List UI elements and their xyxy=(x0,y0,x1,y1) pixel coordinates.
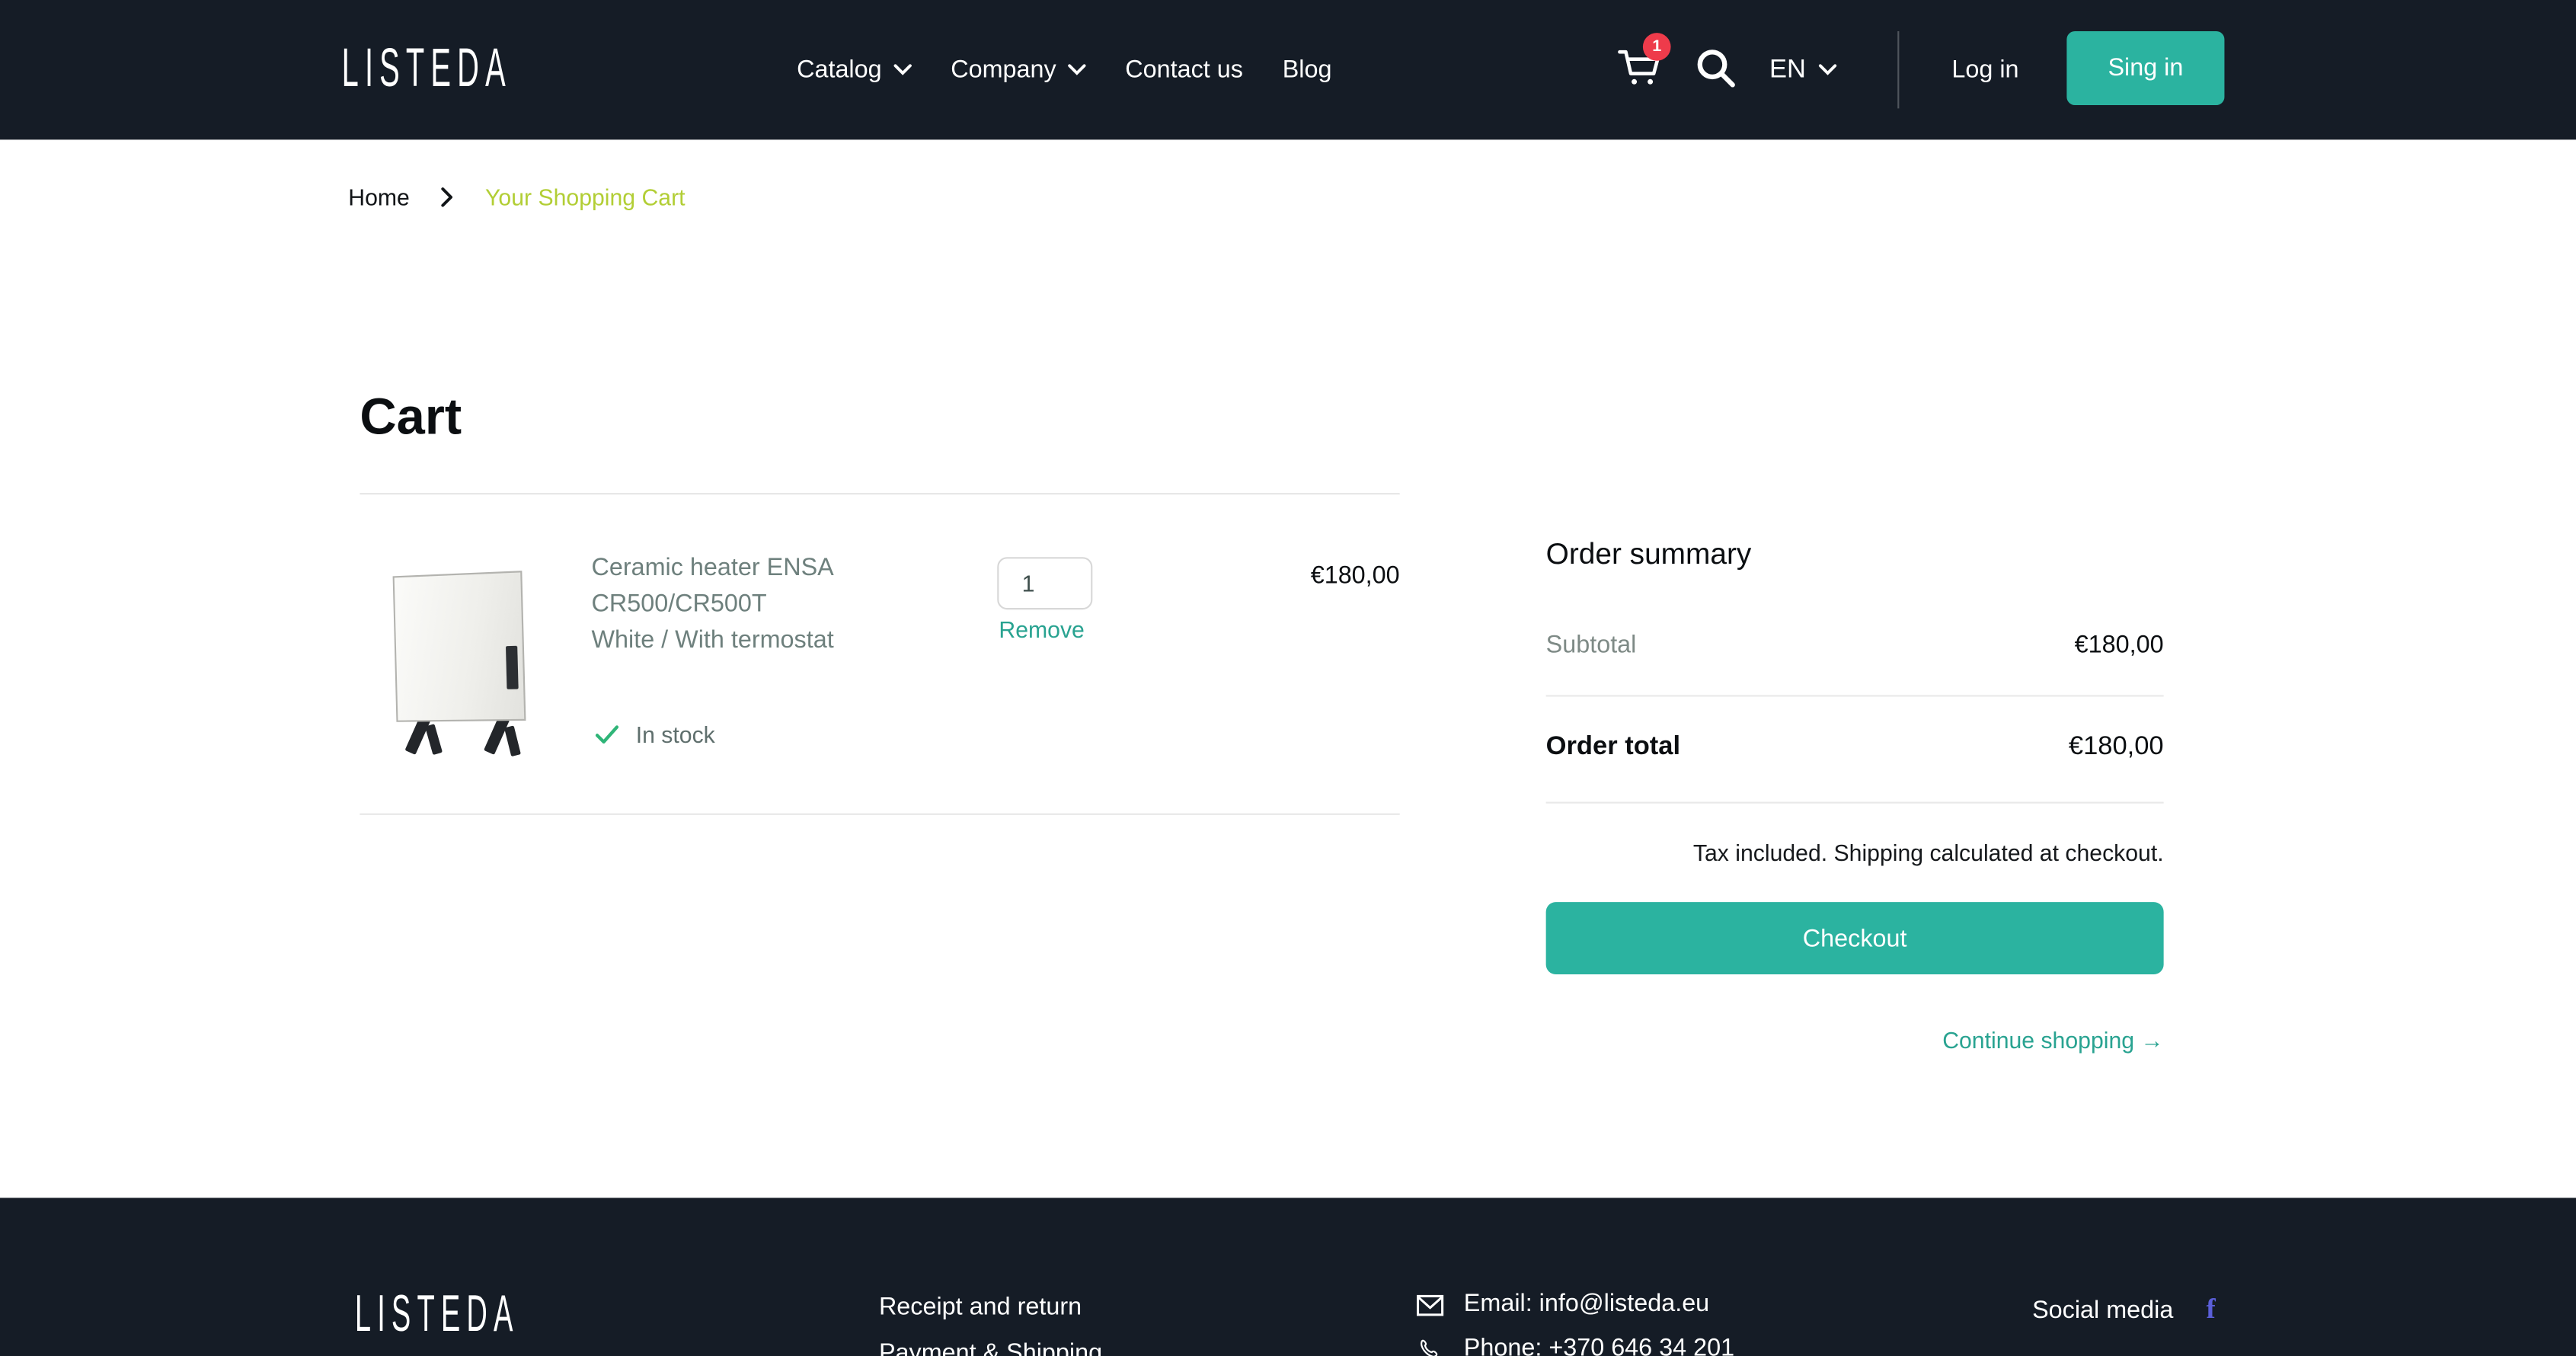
subtotal-value: €180,00 xyxy=(2075,631,2164,659)
footer-phone-text: Phone: +370 646 34 201 xyxy=(1464,1334,1734,1356)
nav-item-contact-us[interactable]: Contact us xyxy=(1125,56,1243,84)
header-divider xyxy=(1897,31,1899,108)
product-title-line1: Ceramic heater ENSA CR500/CR500T xyxy=(591,551,977,623)
viewport: LISTEDA Catalog Company Contact us Blog xyxy=(0,0,2576,1356)
product-title-line2: White / With termostat xyxy=(591,622,977,658)
quantity-input[interactable] xyxy=(997,557,1092,609)
order-total-label: Order total xyxy=(1546,733,1680,763)
nav-item-label: Company xyxy=(951,56,1056,84)
footer: LISTEDA Receipt and return Payment & Shi… xyxy=(0,1198,2576,1356)
nav-item-company[interactable]: Company xyxy=(951,56,1085,84)
login-label: Log in xyxy=(1951,56,2018,84)
continue-shopping-link[interactable]: Continue shopping → xyxy=(1546,1027,2164,1054)
logo-text: LISTEDA xyxy=(342,37,512,101)
chevron-right-icon xyxy=(439,187,456,207)
footer-link-payment-shipping[interactable]: Payment & Shipping xyxy=(879,1339,1102,1356)
order-summary: Order summary Subtotal €180,00 Order tot… xyxy=(1546,537,2164,1053)
remove-item-link[interactable]: Remove xyxy=(999,616,1084,643)
login-link[interactable]: Log in xyxy=(1951,0,2018,139)
subtotal-label: Subtotal xyxy=(1546,631,1637,659)
nav-item-label: Catalog xyxy=(797,56,882,84)
order-total-value: €180,00 xyxy=(2069,733,2164,763)
footer-links: Receipt and return Payment & Shipping xyxy=(879,1293,1102,1356)
logo[interactable]: LISTEDA xyxy=(342,40,545,99)
cart-count-badge: 1 xyxy=(1643,33,1671,61)
order-total-row: Order total €180,00 xyxy=(1546,733,2164,763)
footer-social: Social media f xyxy=(2032,1293,2216,1326)
summary-divider xyxy=(1546,802,2164,804)
footer-link-receipt-return[interactable]: Receipt and return xyxy=(879,1293,1102,1322)
breadcrumb-home-link[interactable]: Home xyxy=(348,184,410,211)
envelope-icon xyxy=(1416,1292,1444,1316)
nav-item-label: Contact us xyxy=(1125,56,1243,84)
footer-phone[interactable]: Phone: +370 646 34 201 xyxy=(1416,1334,1734,1356)
chevron-down-icon xyxy=(1819,64,1837,75)
page-title: Cart xyxy=(360,388,462,447)
summary-divider xyxy=(1546,695,2164,696)
footer-email-text: Email: info@listeda.eu xyxy=(1464,1290,1709,1319)
search-button[interactable] xyxy=(1694,46,1738,90)
footer-email[interactable]: Email: info@listeda.eu xyxy=(1416,1290,1734,1319)
footer-contacts: Email: info@listeda.eu Phone: +370 646 3… xyxy=(1416,1290,1734,1356)
chevron-down-icon xyxy=(1068,64,1086,75)
cart-item-row: Ceramic heater ENSA CR500/CR500T White /… xyxy=(360,493,1399,815)
social-media-label: Social media xyxy=(2032,1296,2173,1324)
nav-item-label: Blog xyxy=(1283,56,1332,84)
header: LISTEDA Catalog Company Contact us Blog xyxy=(0,0,2576,139)
nav-item-blog[interactable]: Blog xyxy=(1283,56,1332,84)
page: LISTEDA Catalog Company Contact us Blog xyxy=(0,0,2576,1356)
signin-button[interactable]: Sing in xyxy=(2066,31,2224,105)
checkout-button[interactable]: Checkout xyxy=(1546,902,2164,974)
main-nav: Catalog Company Contact us Blog xyxy=(797,0,1331,139)
tax-note: Tax included. Shipping calculated at che… xyxy=(1546,840,2164,866)
chevron-down-icon xyxy=(893,64,912,75)
cart-button[interactable]: 1 xyxy=(1616,43,1672,98)
product-image xyxy=(389,570,540,754)
language-selector[interactable]: EN xyxy=(1769,0,1837,139)
stock-status: In stock xyxy=(595,721,715,748)
stock-status-label: In stock xyxy=(636,721,715,748)
phone-icon xyxy=(1416,1337,1444,1356)
subtotal-row: Subtotal €180,00 xyxy=(1546,631,2164,659)
facebook-icon[interactable]: f xyxy=(2206,1293,2215,1326)
breadcrumb-current: Your Shopping Cart xyxy=(485,184,685,211)
footer-logo[interactable]: LISTEDA xyxy=(355,1297,551,1336)
item-price: €180,00 xyxy=(1311,562,1400,590)
order-summary-title: Order summary xyxy=(1546,537,2164,571)
nav-item-catalog[interactable]: Catalog xyxy=(797,56,911,84)
footer-logo-text: LISTEDA xyxy=(355,1287,519,1346)
checkmark-icon xyxy=(595,724,619,744)
product-title: Ceramic heater ENSA CR500/CR500T White /… xyxy=(591,551,977,659)
breadcrumb: Home Your Shopping Cart xyxy=(348,184,685,211)
language-label: EN xyxy=(1769,55,1806,85)
search-icon xyxy=(1694,46,1738,90)
